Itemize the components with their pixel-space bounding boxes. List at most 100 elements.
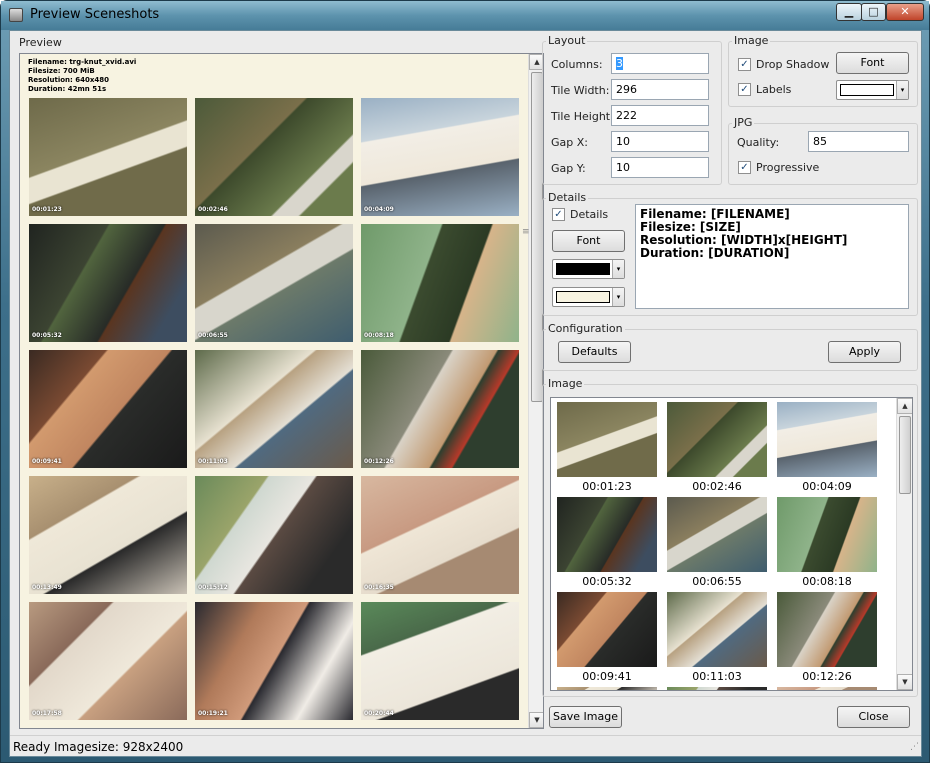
preview-file-info: Filename: trg-knut_xvid.avi Filesize: 70… — [28, 58, 137, 93]
preview-tile: 00:15:12 — [195, 476, 353, 594]
image-list-scrollbar[interactable]: ▲ ▼ — [896, 398, 912, 690]
details-font-button[interactable]: Font — [552, 230, 625, 252]
preview-timestamp: 00:13:49 — [32, 584, 62, 591]
preview-tile-partial — [361, 728, 519, 729]
chevron-down-icon: ▾ — [896, 81, 908, 99]
quality-label: Quality: — [737, 136, 780, 149]
preview-tile: 00:19:21 — [195, 602, 353, 720]
chevron-down-icon: ▾ — [612, 260, 624, 278]
thumbnail-timestamp: 00:05:32 — [582, 575, 632, 588]
status-bar: Ready Imagesize: 928x2400 ⋰ — [10, 735, 921, 757]
thumbnail-timestamp: 00:12:26 — [802, 670, 852, 683]
chevron-down-icon: ▾ — [612, 288, 624, 306]
preview-tile: 00:04:09 — [361, 98, 519, 216]
details-text-color-dropdown[interactable]: ▾ — [552, 259, 625, 279]
text-color-swatch — [556, 263, 610, 275]
close-button[interactable]: Close — [837, 706, 910, 728]
drop-shadow-checkbox[interactable]: ✓ — [738, 58, 751, 71]
gap-y-input[interactable]: 10 — [611, 157, 709, 178]
thumbnail-image[interactable] — [667, 402, 767, 477]
preview-timestamp: 00:05:32 — [32, 332, 62, 339]
image-group-label: Image — [546, 377, 585, 390]
tile-height-input[interactable]: 222 — [611, 105, 709, 126]
layout-group-label: Layout — [546, 34, 588, 47]
thumbnail-image[interactable] — [557, 592, 657, 667]
gap-x-input[interactable]: 10 — [611, 131, 709, 152]
labels-checkbox[interactable]: ✓ — [738, 83, 751, 96]
preview-pane[interactable]: Filename: trg-knut_xvid.avi Filesize: 70… — [19, 53, 544, 729]
preview-tile: 00:17:58 — [29, 602, 187, 720]
save-image-button[interactable]: Save Image — [549, 706, 622, 728]
gap-y-label: Gap Y: — [551, 162, 586, 175]
apply-button[interactable]: Apply — [828, 341, 901, 363]
tile-height-label: Tile Height: — [551, 110, 614, 123]
details-bg-color-dropdown[interactable]: ▾ — [552, 287, 625, 307]
scroll-down-arrow-icon[interactable]: ▼ — [897, 674, 912, 690]
thumbnail-image[interactable] — [667, 497, 767, 572]
scroll-thumb[interactable] — [899, 416, 911, 494]
preview-tile: 00:09:41 — [29, 350, 187, 468]
preview-timestamp: 00:11:03 — [198, 458, 228, 465]
splitter-grip[interactable]: ≡ — [522, 228, 530, 243]
preview-tile: 00:12:26 — [361, 350, 519, 468]
thumbnail-image[interactable] — [557, 402, 657, 477]
title-bar[interactable]: Preview Sceneshots ▁ □ ✕ — [1, 1, 929, 30]
quality-input[interactable]: 85 — [808, 131, 909, 152]
close-window-button[interactable]: ✕ — [886, 3, 924, 21]
tile-width-input[interactable]: 296 — [611, 79, 709, 100]
thumbnail-image-partial — [557, 687, 657, 690]
preview-timestamp: 00:17:58 — [32, 710, 62, 717]
label-color-dropdown[interactable]: ▾ — [836, 80, 909, 100]
maximize-button[interactable]: □ — [861, 3, 886, 21]
app-icon — [9, 8, 23, 22]
client-area: Preview Filename: trg-knut_xvid.avi File… — [9, 30, 922, 757]
details-checkbox[interactable]: ✓ — [552, 208, 565, 221]
scroll-up-arrow-icon[interactable]: ▲ — [897, 398, 912, 414]
resize-grip-icon[interactable]: ⋰ — [910, 742, 919, 752]
jpg-group-label: JPG — [732, 116, 755, 129]
tile-width-label: Tile Width: — [551, 84, 610, 97]
preview-timestamp: 00:12:26 — [364, 458, 394, 465]
preview-tile: 00:08:18 — [361, 224, 519, 342]
thumbnail-timestamp: 00:09:41 — [582, 670, 632, 683]
defaults-button[interactable]: Defaults — [558, 341, 631, 363]
image-list[interactable]: 00:01:23 00:02:46 00:04:09 00:05:32 00:06:55… — [550, 397, 913, 691]
preview-timestamp: 00:20:44 — [364, 710, 394, 717]
preview-timestamp: 00:04:09 — [364, 206, 394, 213]
details-template-textarea[interactable]: Filename: [FILENAME] Filesize: [SIZE] Re… — [635, 204, 909, 309]
columns-label: Columns: — [551, 58, 603, 71]
drop-shadow-label: Drop Shadow — [756, 58, 830, 71]
configuration-group-label: Configuration — [546, 322, 625, 335]
thumbnail-timestamp: 00:02:46 — [692, 480, 742, 493]
scroll-down-arrow-icon[interactable]: ▼ — [529, 712, 543, 728]
preview-tile: 00:20:44 — [361, 602, 519, 720]
preview-tile: 00:06:55 — [195, 224, 353, 342]
image-options-label: Image — [732, 34, 771, 47]
preview-timestamp: 00:16:35 — [364, 584, 394, 591]
app-window: Preview Sceneshots ▁ □ ✕ Preview Filenam… — [0, 0, 930, 763]
preview-tile-partial — [195, 728, 353, 729]
thumbnail-image[interactable] — [557, 497, 657, 572]
thumbnail-image[interactable] — [777, 402, 877, 477]
preview-timestamp: 00:01:23 — [32, 206, 62, 213]
preview-timestamp: 00:06:55 — [198, 332, 228, 339]
label-color-swatch — [840, 84, 894, 96]
status-imagesize: Imagesize: 928x2400 — [54, 740, 184, 754]
image-font-button[interactable]: Font — [836, 52, 909, 74]
preview-label: Preview — [19, 36, 62, 49]
minimize-button[interactable]: ▁ — [836, 3, 862, 21]
preview-tile: 00:05:32 — [29, 224, 187, 342]
progressive-checkbox[interactable]: ✓ — [738, 161, 751, 174]
status-ready: Ready — [13, 740, 51, 754]
thumbnail-image[interactable] — [777, 592, 877, 667]
columns-input[interactable]: 3 — [611, 53, 709, 74]
thumbnail-image-partial — [667, 687, 767, 690]
preview-timestamp: 00:09:41 — [32, 458, 62, 465]
thumbnail-image[interactable] — [667, 592, 767, 667]
thumbnail-image[interactable] — [777, 497, 877, 572]
thumbnail-timestamp: 00:04:09 — [802, 480, 852, 493]
progressive-label: Progressive — [756, 161, 820, 174]
thumbnail-timestamp: 00:11:03 — [692, 670, 742, 683]
thumbnail-timestamp: 00:06:55 — [692, 575, 742, 588]
preview-timestamp: 00:08:18 — [364, 332, 394, 339]
